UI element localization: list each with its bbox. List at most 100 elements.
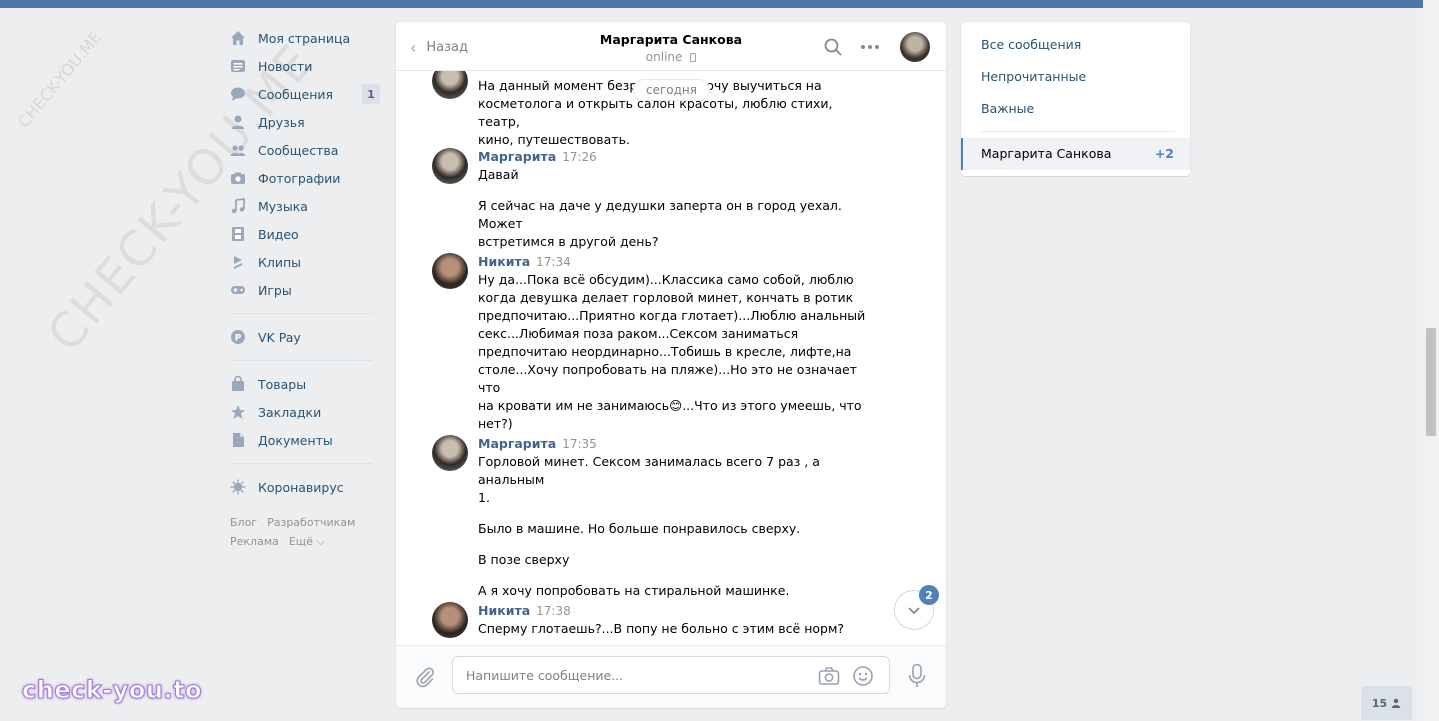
friend-icon <box>230 114 246 130</box>
message-list[interactable]: сегодня На данный момент безработная, хо… <box>396 71 946 645</box>
nav-label: Клипы <box>258 254 302 270</box>
microphone-icon[interactable] <box>906 663 928 689</box>
footer-link-ads[interactable]: Реклама <box>230 535 279 548</box>
filter-important[interactable]: Важные <box>981 101 1034 116</box>
message-time: 17:34 <box>536 255 571 269</box>
nav-item-documents[interactable]: Документы <box>230 426 380 454</box>
footer-link-blog[interactable]: Блог <box>230 516 257 529</box>
nav-item-vkpay[interactable]: P VK Pay <box>230 323 380 351</box>
more-dots-icon[interactable] <box>860 37 880 57</box>
filter-all-messages[interactable]: Все сообщения <box>981 37 1081 52</box>
nav-label: VK Pay <box>258 329 301 345</box>
scrollbar-thumb[interactable] <box>1426 328 1436 436</box>
messages-badge: 1 <box>362 84 380 104</box>
message-text: А я хочу попробовать на стиральной машин… <box>478 583 790 598</box>
filter-unread[interactable]: Непрочитанные <box>981 69 1086 84</box>
top-header-bar <box>0 0 1423 8</box>
active-conversation[interactable]: Маргарита Санкова +2 <box>961 138 1190 170</box>
person-icon <box>1391 698 1401 708</box>
nav-item-news[interactable]: Новости <box>230 52 380 80</box>
message-composer <box>396 645 946 708</box>
nav-label: Коронавирус <box>258 479 344 495</box>
nav-item-clips[interactable]: Клипы <box>230 248 380 276</box>
home-icon <box>230 30 246 46</box>
mobile-phone-icon <box>690 53 697 62</box>
nav-item-groups[interactable]: Сообщества <box>230 136 380 164</box>
footer-link-dev[interactable]: Разработчикам <box>267 516 355 529</box>
gamepad-icon <box>230 282 246 298</box>
avatar[interactable] <box>432 253 468 289</box>
chat-panel: ‹ Назад Маргарита Санкова online сегодня… <box>396 22 946 708</box>
groups-icon <box>230 142 246 158</box>
nav-item-music[interactable]: Музыка <box>230 192 380 220</box>
clips-icon <box>230 254 246 270</box>
svg-text:P: P <box>235 334 242 344</box>
camera-icon <box>230 170 246 186</box>
message-time: 17:26 <box>562 150 597 164</box>
message-author[interactable]: Маргарита 17:26 <box>478 148 868 166</box>
nav-label: Друзья <box>258 114 305 130</box>
footer-link-more[interactable]: Ещё ⌵ <box>289 535 325 548</box>
smile-icon[interactable] <box>852 665 874 687</box>
nav-label: Сообщества <box>258 142 339 158</box>
nav-label: Товары <box>258 376 307 392</box>
nav-label: Закладки <box>258 404 322 420</box>
nav-label: Сообщения <box>258 86 334 102</box>
nav-label: Документы <box>258 432 333 448</box>
watermark-small: CHECK-YOU.ME <box>14 27 106 132</box>
unread-badge: 2 <box>919 585 939 605</box>
online-count-value: 15 <box>1371 696 1388 710</box>
avatar[interactable] <box>432 148 468 184</box>
avatar[interactable] <box>432 71 468 99</box>
message-text: Горловой минет. Сексом занималась всего … <box>478 454 820 505</box>
nav-item-my-page[interactable]: Моя страница <box>230 24 380 52</box>
paperclip-icon[interactable] <box>414 666 436 688</box>
nav-item-goods[interactable]: Товары <box>230 370 380 398</box>
nav-item-messages[interactable]: Сообщения 1 <box>230 80 380 108</box>
message-text: Сперму глотаешь?...В попу не больно с эт… <box>478 621 845 636</box>
message-text: Я сейчас на даче у дедушки заперта он в … <box>478 198 842 249</box>
conversation-filter-panel: Все сообщения Непрочитанные Важные Марга… <box>961 22 1190 176</box>
message-text: В позе сверху <box>478 552 570 567</box>
nav-item-games[interactable]: Игры <box>230 276 380 304</box>
nav-footer: Блог Разработчикам Реклама Ещё ⌵ <box>230 513 380 551</box>
conversation-count: +2 <box>1154 146 1174 161</box>
nav-divider <box>230 313 373 314</box>
online-friends-button[interactable]: 15 <box>1361 686 1412 720</box>
messages-icon <box>230 86 246 102</box>
panel-divider <box>981 131 1175 132</box>
nav-item-video[interactable]: Видео <box>230 220 380 248</box>
message-author[interactable]: Никита 17:34 <box>478 253 868 271</box>
news-icon <box>230 58 246 74</box>
nav-label: Новости <box>258 58 313 74</box>
nav-item-photos[interactable]: Фотографии <box>230 164 380 192</box>
nav-label: Видео <box>258 226 299 242</box>
message-author[interactable]: Никита 17:38 <box>478 602 868 620</box>
nav-label: Игры <box>258 282 292 298</box>
camera-icon[interactable] <box>818 666 840 686</box>
chat-header: ‹ Назад Маргарита Санкова online <box>396 22 946 71</box>
nav-item-bookmarks[interactable]: Закладки <box>230 398 380 426</box>
music-note-icon <box>230 198 246 214</box>
avatar[interactable] <box>432 435 468 471</box>
star-icon <box>230 404 246 420</box>
message-time: 17:38 <box>536 604 571 618</box>
brand-watermark: check-you.to <box>21 676 203 705</box>
nav-item-friends[interactable]: Друзья <box>230 108 380 136</box>
conversation-name: Маргарита Санкова <box>981 146 1112 161</box>
message-text: Было в машине. Но больше понравилось све… <box>478 521 801 536</box>
search-icon[interactable] <box>823 37 843 57</box>
vkpay-icon: P <box>230 329 246 345</box>
nav-label: Моя страница <box>258 30 351 46</box>
avatar[interactable] <box>432 602 468 638</box>
nav-item-coronavirus[interactable]: Коронавирус <box>230 473 380 501</box>
message-text: Давай <box>478 167 519 182</box>
message-author[interactable]: Маргарита 17:35 <box>478 435 868 453</box>
chevron-down-icon <box>908 607 920 615</box>
header-avatar[interactable] <box>900 32 930 62</box>
left-navigation: Моя страница Новости Сообщения 1 Друзья … <box>230 24 380 551</box>
document-icon <box>230 432 246 448</box>
nav-divider <box>230 360 373 361</box>
message-time: 17:35 <box>562 437 597 451</box>
date-divider: сегодня <box>633 79 710 101</box>
